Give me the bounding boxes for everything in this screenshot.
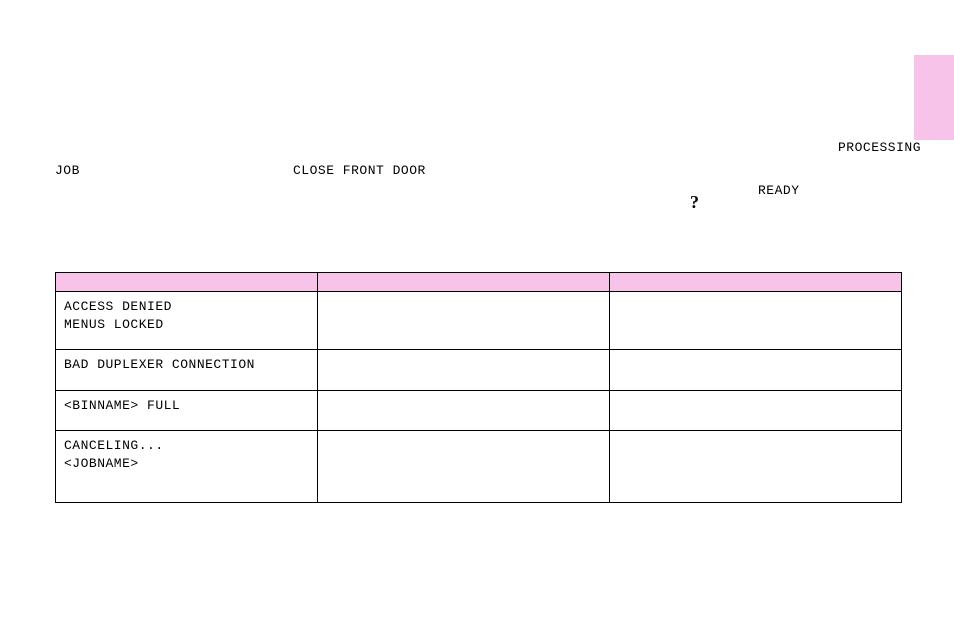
help-icon: ?: [690, 192, 700, 213]
message-line: ACCESS DENIED: [64, 298, 309, 316]
cell-message: ACCESS DENIED MENUS LOCKED: [56, 292, 318, 350]
table-header-2: [318, 273, 610, 292]
table-row: CANCELING... <JOBNAME>: [56, 431, 902, 503]
message-line: BAD DUPLEXER CONNECTION: [64, 356, 309, 374]
cell-message: CANCELING... <JOBNAME>: [56, 431, 318, 503]
page-side-tab: [914, 55, 954, 140]
text-close-front-door: CLOSE FRONT DOOR: [293, 163, 426, 178]
message-table: ACCESS DENIED MENUS LOCKED BAD DUPLEXER …: [55, 272, 902, 503]
cell-message: BAD DUPLEXER CONNECTION: [56, 350, 318, 391]
table-row: <BINNAME> FULL: [56, 390, 902, 431]
message-line: <BINNAME> FULL: [64, 397, 309, 415]
cell-explanation: [318, 350, 610, 391]
cell-action: [610, 292, 902, 350]
page: PROCESSING JOB CLOSE FRONT DOOR READY ? …: [0, 0, 954, 636]
table-header-3: [610, 273, 902, 292]
cell-explanation: [318, 292, 610, 350]
text-processing: PROCESSING: [838, 140, 921, 155]
cell-action: [610, 431, 902, 503]
message-line: CANCELING...: [64, 437, 309, 455]
text-ready: READY: [758, 183, 800, 198]
text-job: JOB: [55, 163, 80, 178]
cell-explanation: [318, 390, 610, 431]
cell-explanation: [318, 431, 610, 503]
table-header-1: [56, 273, 318, 292]
table-header-row: [56, 273, 902, 292]
table-row: ACCESS DENIED MENUS LOCKED: [56, 292, 902, 350]
cell-message: <BINNAME> FULL: [56, 390, 318, 431]
message-line: MENUS LOCKED: [64, 316, 309, 334]
message-line: <JOBNAME>: [64, 455, 309, 473]
table-row: BAD DUPLEXER CONNECTION: [56, 350, 902, 391]
cell-action: [610, 390, 902, 431]
cell-action: [610, 350, 902, 391]
